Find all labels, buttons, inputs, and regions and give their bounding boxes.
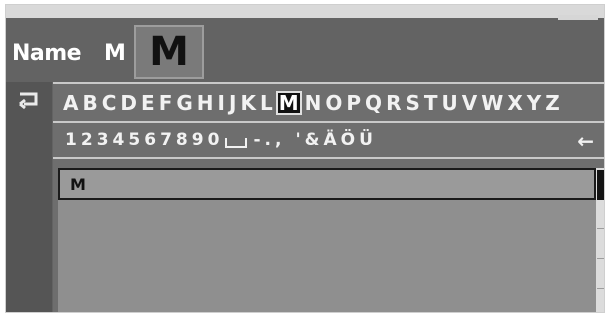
name-input-field[interactable]: M — [58, 168, 596, 200]
letter-key-p[interactable]: P — [344, 91, 363, 115]
symbol-key[interactable]: ' — [293, 130, 302, 150]
scroll-segment — [597, 258, 604, 259]
letter-key-j[interactable]: J — [227, 91, 238, 115]
letter-key-b[interactable]: B — [80, 91, 99, 115]
letters-row: ABCDEFGHIJKLMNOPQRSTUVWXYZ — [53, 84, 604, 121]
letter-key-a[interactable]: A — [61, 91, 80, 115]
letter-key-l[interactable]: L — [258, 91, 275, 115]
letter-key-s[interactable]: S — [403, 91, 421, 115]
letter-key-d[interactable]: D — [118, 91, 139, 115]
symbol-key[interactable]: Ä — [321, 130, 338, 150]
letter-key-u[interactable]: U — [440, 91, 460, 115]
symbol-key[interactable]: 6 — [142, 130, 158, 150]
letter-key-k[interactable]: K — [238, 91, 258, 115]
symbol-key[interactable]: Ö — [339, 130, 357, 150]
input-area — [58, 200, 596, 312]
symbol-key[interactable]: & — [303, 130, 322, 150]
scroll-thumb[interactable] — [597, 170, 604, 200]
name-value: M — [104, 41, 126, 66]
letter-key-t[interactable]: T — [422, 91, 440, 115]
letter-key-q[interactable]: Q — [363, 91, 384, 115]
scroll-segment — [597, 288, 604, 289]
letter-key-e[interactable]: E — [139, 91, 157, 115]
letter-key-f[interactable]: F — [157, 91, 175, 115]
letter-key-g[interactable]: G — [174, 91, 194, 115]
selected-char-preview: M — [134, 25, 204, 79]
letter-key-w[interactable]: W — [479, 91, 505, 115]
symbol-key[interactable]: 1 — [63, 130, 79, 150]
symbol-key[interactable]: 4 — [111, 130, 127, 150]
delete-icon[interactable]: ← — [577, 129, 594, 153]
letter-key-h[interactable]: H — [195, 91, 216, 115]
top-marker — [558, 15, 598, 20]
letter-key-i[interactable]: I — [216, 91, 227, 115]
symbol-key[interactable]: 8 — [174, 130, 190, 150]
letter-key-r[interactable]: R — [384, 91, 403, 115]
symbol-key[interactable]: Ü — [357, 130, 375, 150]
input-value: M — [70, 174, 86, 194]
symbol-key[interactable]: 2 — [79, 130, 95, 150]
top-strip — [6, 5, 604, 18]
letter-key-m[interactable]: M — [275, 90, 302, 115]
symbol-key[interactable]: 3 — [95, 130, 111, 150]
symbol-key[interactable]: 0 — [206, 130, 222, 150]
symbol-key[interactable]: 7 — [158, 130, 174, 150]
name-entry-screen: Name M M ABCDEFGHIJKLMNOPQRSTUVWXYZ 1234… — [5, 4, 605, 313]
separator — [53, 157, 604, 159]
symbol-key[interactable]: 9 — [190, 130, 206, 150]
scrollbar[interactable] — [596, 168, 604, 312]
symbols-row: 1 2 3 4 5 6 7 8 9 0 -., ' & Ä Ö Ü — [53, 123, 604, 157]
letter-key-z[interactable]: Z — [543, 91, 562, 115]
symbol-key[interactable]: - — [251, 130, 262, 150]
preview-char: M — [149, 29, 189, 75]
symbol-key[interactable]: 5 — [126, 130, 142, 150]
letter-key-o[interactable]: O — [323, 91, 344, 115]
left-column — [6, 82, 52, 312]
letter-key-n[interactable]: N — [303, 91, 324, 115]
scroll-segment — [597, 228, 604, 229]
title-row: Name M M — [6, 25, 604, 81]
letter-key-c[interactable]: C — [100, 91, 119, 115]
symbol-key[interactable]: . — [263, 130, 273, 150]
back-arrow-icon[interactable] — [18, 91, 42, 111]
space-icon[interactable] — [225, 138, 248, 148]
letter-key-x[interactable]: X — [505, 91, 524, 115]
symbol-key[interactable]: , — [273, 130, 283, 150]
name-label: Name — [12, 41, 82, 66]
letter-key-v[interactable]: V — [460, 91, 479, 115]
letter-key-y[interactable]: Y — [525, 91, 543, 115]
